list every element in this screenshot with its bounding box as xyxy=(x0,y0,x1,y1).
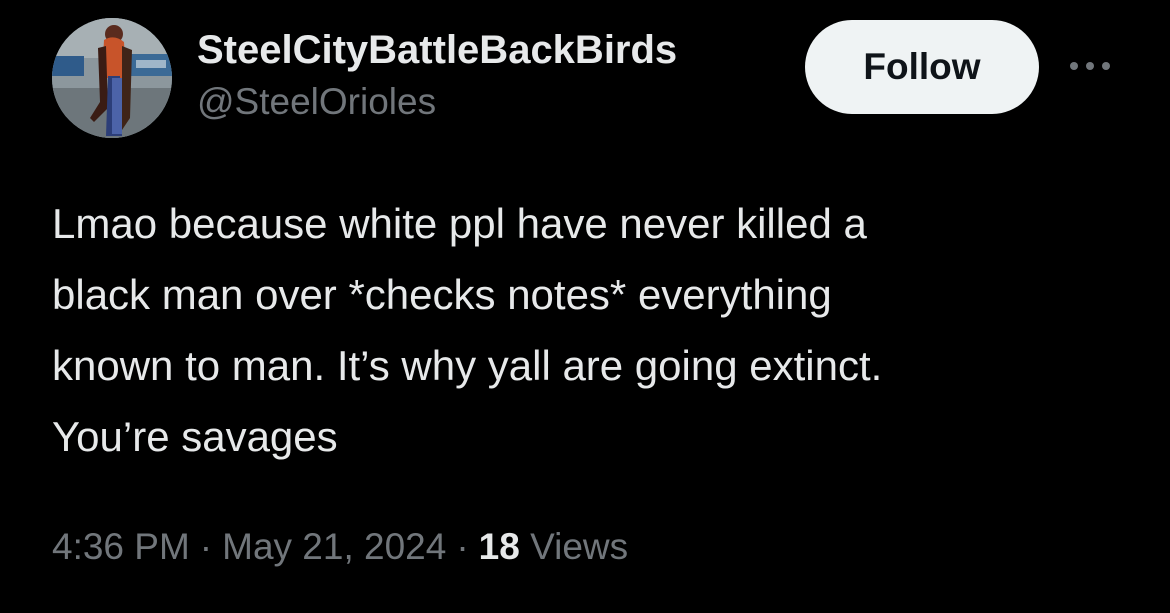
tweet-meta: 4:36 PM · May 21, 2024 · 18 Views xyxy=(52,522,628,572)
author-handle[interactable]: @SteelOrioles xyxy=(197,80,677,124)
avatar[interactable] xyxy=(52,18,172,138)
tweet-text-line: black man over *checks notes* everything xyxy=(52,271,832,318)
follow-button[interactable]: Follow xyxy=(805,20,1039,114)
tweet-text-line: known to man. It’s why yall are going ex… xyxy=(52,342,883,389)
views-count: 18 xyxy=(478,526,520,567)
tweet-text: Lmao because white ppl have never killed… xyxy=(52,188,1132,472)
tweet: SteelCityBattleBackBirds @SteelOrioles F… xyxy=(0,0,1170,613)
tweet-text-line: Lmao because white ppl have never killed… xyxy=(52,200,867,247)
meta-separator: · xyxy=(456,526,469,567)
tweet-time[interactable]: 4:36 PM xyxy=(52,526,190,567)
ellipsis-icon xyxy=(1070,62,1110,70)
tweet-date[interactable]: May 21, 2024 xyxy=(222,526,446,567)
author-names: SteelCityBattleBackBirds @SteelOrioles xyxy=(197,28,677,124)
more-options-button[interactable] xyxy=(1062,48,1118,84)
tweet-header: SteelCityBattleBackBirds @SteelOrioles F… xyxy=(52,18,1132,143)
meta-separator: · xyxy=(199,526,213,567)
views-label: Views xyxy=(530,526,629,567)
avatar-image xyxy=(52,18,172,138)
author-display-name[interactable]: SteelCityBattleBackBirds xyxy=(197,28,677,72)
tweet-text-line: You’re savages xyxy=(52,413,338,460)
